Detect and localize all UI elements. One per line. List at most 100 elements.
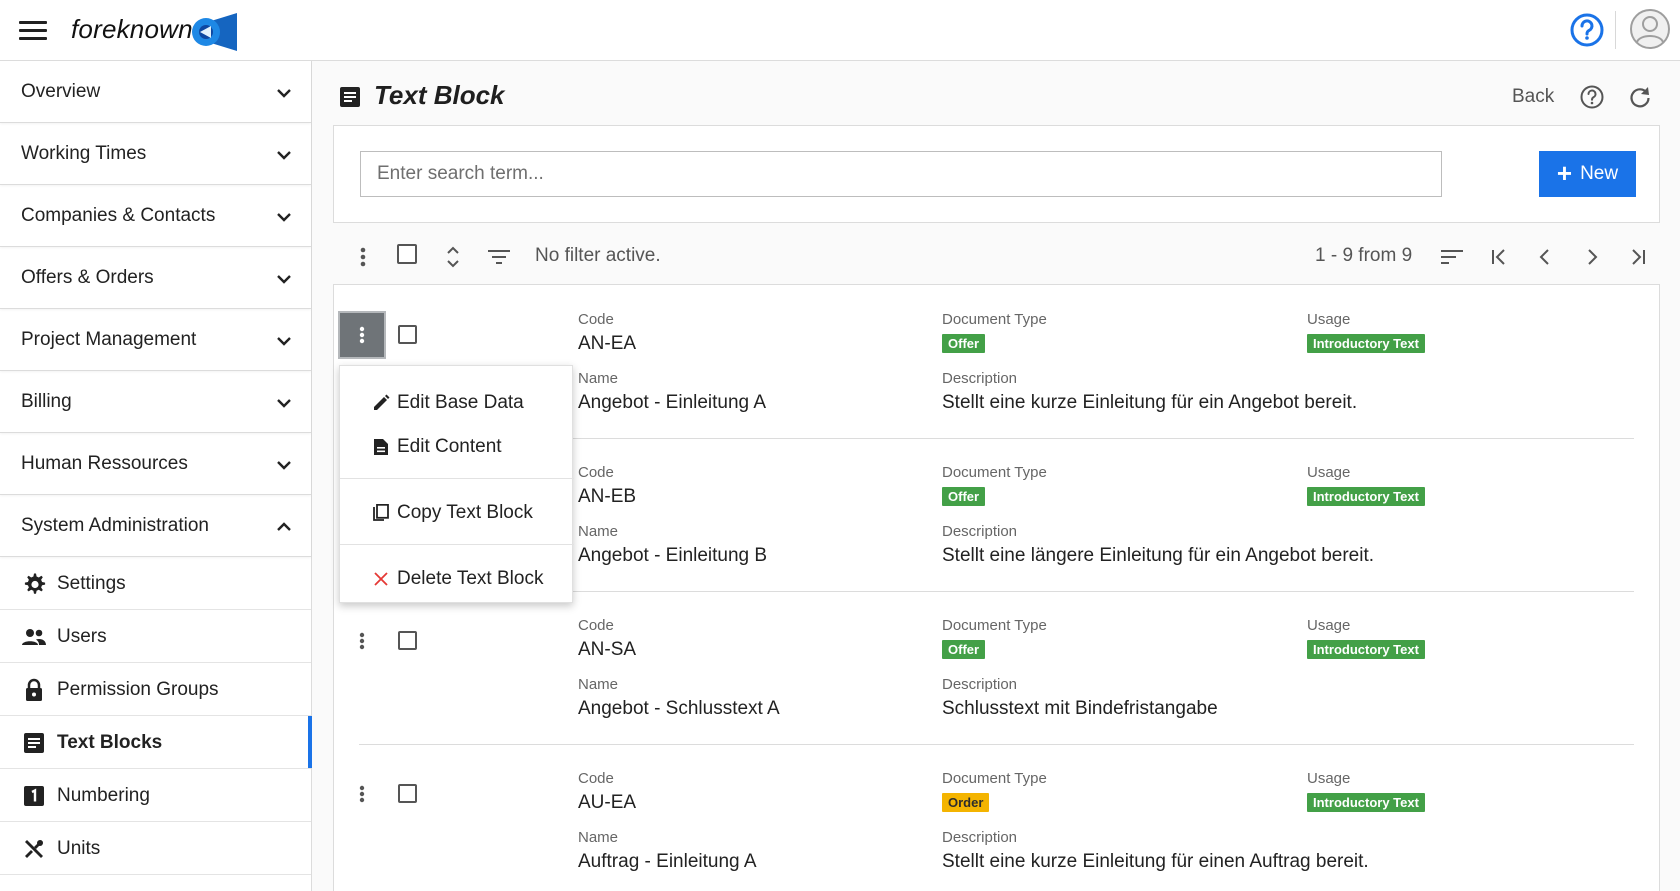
sidebar-section-human-ressources[interactable]: Human Ressources bbox=[0, 433, 311, 495]
code-label: Code bbox=[578, 311, 614, 328]
document-type-badge: Offer bbox=[942, 334, 986, 353]
name-label: Name bbox=[578, 523, 619, 540]
select-all-checkbox[interactable] bbox=[397, 244, 417, 264]
menu-item-label: Copy Text Block bbox=[397, 502, 533, 523]
sidebar-section-overview[interactable]: Overview bbox=[0, 61, 311, 123]
row-checkbox[interactable] bbox=[398, 784, 417, 803]
sidebar-section-label: System Administration bbox=[21, 515, 209, 536]
help-icon[interactable] bbox=[1569, 12, 1605, 48]
description-label: Description bbox=[942, 829, 1018, 846]
usage-badge: Introductory Text bbox=[1307, 487, 1425, 506]
sidebar-item-units[interactable]: Units bbox=[0, 822, 311, 875]
sidebar-section-offers-orders[interactable]: Offers & Orders bbox=[0, 247, 311, 309]
name-value: Angebot - Einleitung A bbox=[578, 392, 767, 413]
description-value: Stellt eine kurze Einleitung für ein Ang… bbox=[942, 392, 1358, 413]
row-menu-button[interactable] bbox=[338, 617, 386, 665]
sidebar-section-label: Offers & Orders bbox=[21, 267, 154, 288]
name-label: Name bbox=[578, 676, 619, 693]
chevron-down-icon bbox=[277, 89, 291, 98]
document-type-badge: Order bbox=[942, 793, 990, 812]
sort-icon[interactable] bbox=[1438, 243, 1466, 271]
next-page-icon[interactable] bbox=[1578, 243, 1606, 271]
sidebar-item-numbering[interactable]: Numbering bbox=[0, 769, 311, 822]
sidebar-section-label: Human Ressources bbox=[21, 453, 188, 474]
sidebar-section-project-management[interactable]: Project Management bbox=[0, 309, 311, 371]
pencil-icon bbox=[374, 394, 390, 410]
help-circle-icon[interactable] bbox=[1579, 84, 1605, 110]
sidebar-item-permission-groups[interactable]: Permission Groups bbox=[0, 663, 311, 716]
document-type-label: Document Type bbox=[942, 464, 1047, 481]
sidebar-section-working-times[interactable]: Working Times bbox=[0, 123, 311, 185]
menu-item-label: Edit Base Data bbox=[397, 392, 524, 413]
row-checkbox[interactable] bbox=[398, 325, 417, 344]
name-label: Name bbox=[578, 370, 619, 387]
hamburger-menu-icon[interactable] bbox=[19, 21, 47, 41]
sidebar-section-companies-contacts[interactable]: Companies & Contacts bbox=[0, 185, 311, 247]
chevron-down-icon bbox=[277, 151, 291, 160]
filter-icon[interactable] bbox=[485, 243, 513, 271]
tools-icon bbox=[25, 840, 43, 858]
sidebar-item-text-blocks[interactable]: Text Blocks bbox=[0, 716, 312, 769]
usage-label: Usage bbox=[1307, 311, 1351, 328]
sidebar-section-label: Working Times bbox=[21, 143, 147, 164]
description-label: Description bbox=[942, 676, 1018, 693]
sidebar-section-billing[interactable]: Billing bbox=[0, 371, 311, 433]
first-page-icon[interactable] bbox=[1485, 243, 1513, 271]
numbering-icon bbox=[24, 786, 44, 806]
last-page-icon[interactable] bbox=[1624, 243, 1652, 271]
sidebar-item-label: Permission Groups bbox=[57, 679, 219, 700]
more-vertical-icon bbox=[359, 785, 365, 803]
usage-badge: Introductory Text bbox=[1307, 640, 1425, 659]
menu-item-delete-text-block[interactable]: Delete Text Block bbox=[340, 558, 574, 598]
sidebar-section-system-administration[interactable]: System Administration bbox=[0, 495, 311, 557]
document-type-label: Document Type bbox=[942, 617, 1047, 634]
chevron-down-icon bbox=[277, 461, 291, 470]
logo-text: foreknown bbox=[71, 14, 193, 44]
previous-page-icon[interactable] bbox=[1531, 243, 1559, 271]
sidebar-section-label: Billing bbox=[21, 391, 72, 412]
menu-item-edit-content[interactable]: Edit Content bbox=[340, 426, 574, 466]
more-vertical-icon bbox=[359, 326, 365, 344]
text-block-icon bbox=[340, 87, 360, 107]
sidebar-item-label: Settings bbox=[57, 573, 126, 594]
menu-item-edit-base-data[interactable]: Edit Base Data bbox=[340, 382, 574, 422]
new-button[interactable]: + New bbox=[1539, 151, 1636, 197]
sidebar: Overview Working Times Companies & Conta… bbox=[0, 61, 312, 891]
back-button[interactable]: Back bbox=[1512, 86, 1554, 108]
logo-icon bbox=[192, 13, 237, 51]
row-context-menu: Edit Base Data Edit Content Copy Text Bl… bbox=[339, 365, 574, 603]
usage-label: Usage bbox=[1307, 770, 1351, 787]
menu-item-copy-text-block[interactable]: Copy Text Block bbox=[340, 492, 574, 532]
more-vertical-icon bbox=[359, 632, 365, 650]
copy-icon bbox=[373, 504, 389, 521]
document-type-badge: Offer bbox=[942, 487, 986, 506]
usage-label: Usage bbox=[1307, 464, 1351, 481]
description-value: Stellt eine kurze Einleitung für einen A… bbox=[942, 851, 1369, 872]
code-label: Code bbox=[578, 770, 614, 787]
sidebar-section-label: Overview bbox=[21, 81, 101, 102]
row-menu-button[interactable] bbox=[338, 311, 386, 359]
code-value: AU-EA bbox=[578, 792, 637, 813]
filter-status-text: No filter active. bbox=[535, 245, 661, 266]
code-value: AN-SA bbox=[578, 639, 637, 660]
user-avatar-icon[interactable] bbox=[1630, 9, 1670, 49]
name-label: Name bbox=[578, 829, 619, 846]
menu-divider bbox=[340, 544, 574, 545]
menu-divider bbox=[340, 478, 574, 479]
top-bar: foreknown bbox=[0, 0, 1680, 61]
more-vertical-icon[interactable] bbox=[349, 243, 377, 271]
topbar-divider bbox=[1615, 11, 1616, 49]
description-value: Schlusstext mit Bindefristangabe bbox=[942, 698, 1218, 719]
description-label: Description bbox=[942, 370, 1018, 387]
delete-x-icon bbox=[374, 572, 388, 586]
sidebar-section-label: Companies & Contacts bbox=[21, 205, 216, 226]
sidebar-item-settings[interactable]: Settings bbox=[0, 557, 311, 610]
search-input[interactable] bbox=[360, 151, 1442, 197]
usage-label: Usage bbox=[1307, 617, 1351, 634]
sidebar-item-users[interactable]: Users bbox=[0, 610, 311, 663]
row-checkbox[interactable] bbox=[398, 631, 417, 650]
refresh-icon[interactable] bbox=[1627, 84, 1653, 110]
document-type-badge: Offer bbox=[942, 640, 986, 659]
expand-collapse-icon[interactable] bbox=[439, 243, 467, 271]
row-menu-button[interactable] bbox=[338, 770, 386, 818]
